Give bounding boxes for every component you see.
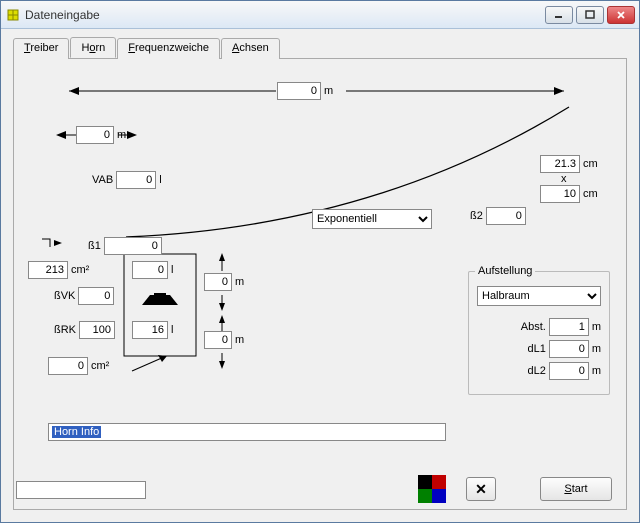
input-area-bottom[interactable]: [48, 357, 88, 375]
x-icon: ✕: [475, 481, 487, 498]
unit: m: [592, 343, 601, 355]
bottom-input[interactable]: [16, 481, 146, 499]
input-left-width[interactable]: [76, 126, 114, 144]
input-throat-area[interactable]: [28, 261, 68, 279]
horn-info-text: Horn Info: [52, 426, 101, 438]
label: ß1: [88, 240, 101, 252]
unit: l: [171, 324, 173, 336]
field-beta1: ß1: [88, 237, 162, 255]
input-height-bot[interactable]: [204, 331, 232, 349]
tab-frequenzweiche[interactable]: Frequenzweiche: [117, 38, 220, 59]
input-bvk[interactable]: [78, 287, 114, 305]
label: x: [561, 173, 567, 185]
speaker-icon: [140, 293, 180, 305]
input-dl2[interactable]: [549, 362, 589, 380]
label: ßVK: [54, 290, 75, 302]
field-height-bot: m: [204, 331, 244, 349]
window-title: Dateneingabe: [25, 8, 545, 22]
input-mouth-width[interactable]: [540, 185, 580, 203]
swatch-blue[interactable]: [432, 489, 446, 503]
swatch-black[interactable]: [418, 475, 432, 489]
tab-treiber[interactable]: Treiber: [13, 38, 69, 59]
field-overall-length: m: [277, 82, 333, 100]
input-height-top[interactable]: [204, 273, 232, 291]
unit: l: [159, 174, 161, 186]
group-title: Aufstellung: [475, 265, 535, 277]
field-expansion: Exponentiell: [312, 209, 432, 229]
input-beta2[interactable]: [486, 207, 526, 225]
unit: l: [171, 264, 173, 276]
field-bvk: ßVK: [54, 287, 114, 305]
tab-pane: m m VAB l Exponentiell: [13, 59, 627, 510]
field-brk: ßRK: [54, 321, 115, 339]
unit: m: [235, 276, 244, 288]
app-icon: [5, 7, 21, 23]
swatch-green[interactable]: [418, 489, 432, 503]
field-vol2: l: [132, 321, 173, 339]
unit: m: [324, 85, 333, 97]
input-mouth-height[interactable]: [540, 155, 580, 173]
tab-achsen[interactable]: Achsen: [221, 38, 280, 59]
unit: m: [592, 321, 601, 333]
horn-info-input[interactable]: Horn Info: [48, 423, 446, 441]
close-button[interactable]: [607, 6, 635, 24]
field-mouth-height: cm: [540, 155, 598, 173]
label: dL2: [527, 365, 545, 377]
unit: cm²: [71, 264, 89, 276]
start-label: Start: [564, 483, 587, 495]
input-abst[interactable]: [549, 318, 589, 336]
input-vol2[interactable]: [132, 321, 168, 339]
unit: cm: [583, 188, 598, 200]
label: dL1: [527, 343, 545, 355]
label: VAB: [92, 174, 113, 186]
field-vol1: l: [132, 261, 173, 279]
label: Abst.: [521, 321, 546, 333]
content: Treiber Horn Frequenzweiche Achsen: [13, 37, 627, 510]
maximize-button[interactable]: [576, 6, 604, 24]
diagram-canvas: m m VAB l Exponentiell: [14, 59, 626, 489]
window-buttons: [545, 6, 635, 24]
unit: m: [235, 334, 244, 346]
input-vol1[interactable]: [132, 261, 168, 279]
unit: cm: [583, 158, 598, 170]
titlebar: Dateneingabe: [1, 1, 639, 29]
field-height-top: m: [204, 273, 244, 291]
tab-label: requenzweiche: [135, 42, 209, 54]
label-mouth-x: x: [561, 173, 567, 185]
input-vab[interactable]: [116, 171, 156, 189]
start-button[interactable]: Start: [540, 477, 612, 501]
input-beta1[interactable]: [104, 237, 162, 255]
label: ßRK: [54, 324, 76, 336]
field-throat-area: cm²: [28, 261, 89, 279]
field-mouth-width: cm: [540, 185, 598, 203]
tab-horn[interactable]: Horn: [70, 37, 116, 58]
tab-label: reiber: [30, 42, 58, 54]
swatch-red[interactable]: [432, 475, 446, 489]
unit: m: [592, 365, 601, 377]
minimize-button[interactable]: [545, 6, 573, 24]
tab-label: rn: [96, 42, 106, 54]
input-dl1[interactable]: [549, 340, 589, 358]
field-beta2: ß2: [470, 207, 526, 225]
field-area-bottom: cm²: [48, 357, 109, 375]
group-aufstellung: Aufstellung Halbraum Abst. m dL1: [468, 271, 610, 395]
tab-label: chsen: [239, 42, 268, 54]
window: Dateneingabe Treiber Horn Frequenzweiche…: [0, 0, 640, 523]
field-left-width: m: [76, 126, 126, 144]
tabstrip: Treiber Horn Frequenzweiche Achsen: [13, 37, 627, 59]
horn-diagram: [14, 59, 626, 469]
color-swatches: [418, 475, 446, 503]
aufstellung-combo[interactable]: Halbraum: [477, 286, 601, 306]
field-vab: VAB l: [92, 171, 162, 189]
expansion-combo[interactable]: Exponentiell: [312, 209, 432, 229]
label: ß2: [470, 210, 483, 222]
unit: cm²: [91, 360, 109, 372]
unit: m: [117, 129, 126, 141]
cancel-button[interactable]: ✕: [466, 477, 496, 501]
input-brk[interactable]: [79, 321, 115, 339]
input-overall-length[interactable]: [277, 82, 321, 100]
